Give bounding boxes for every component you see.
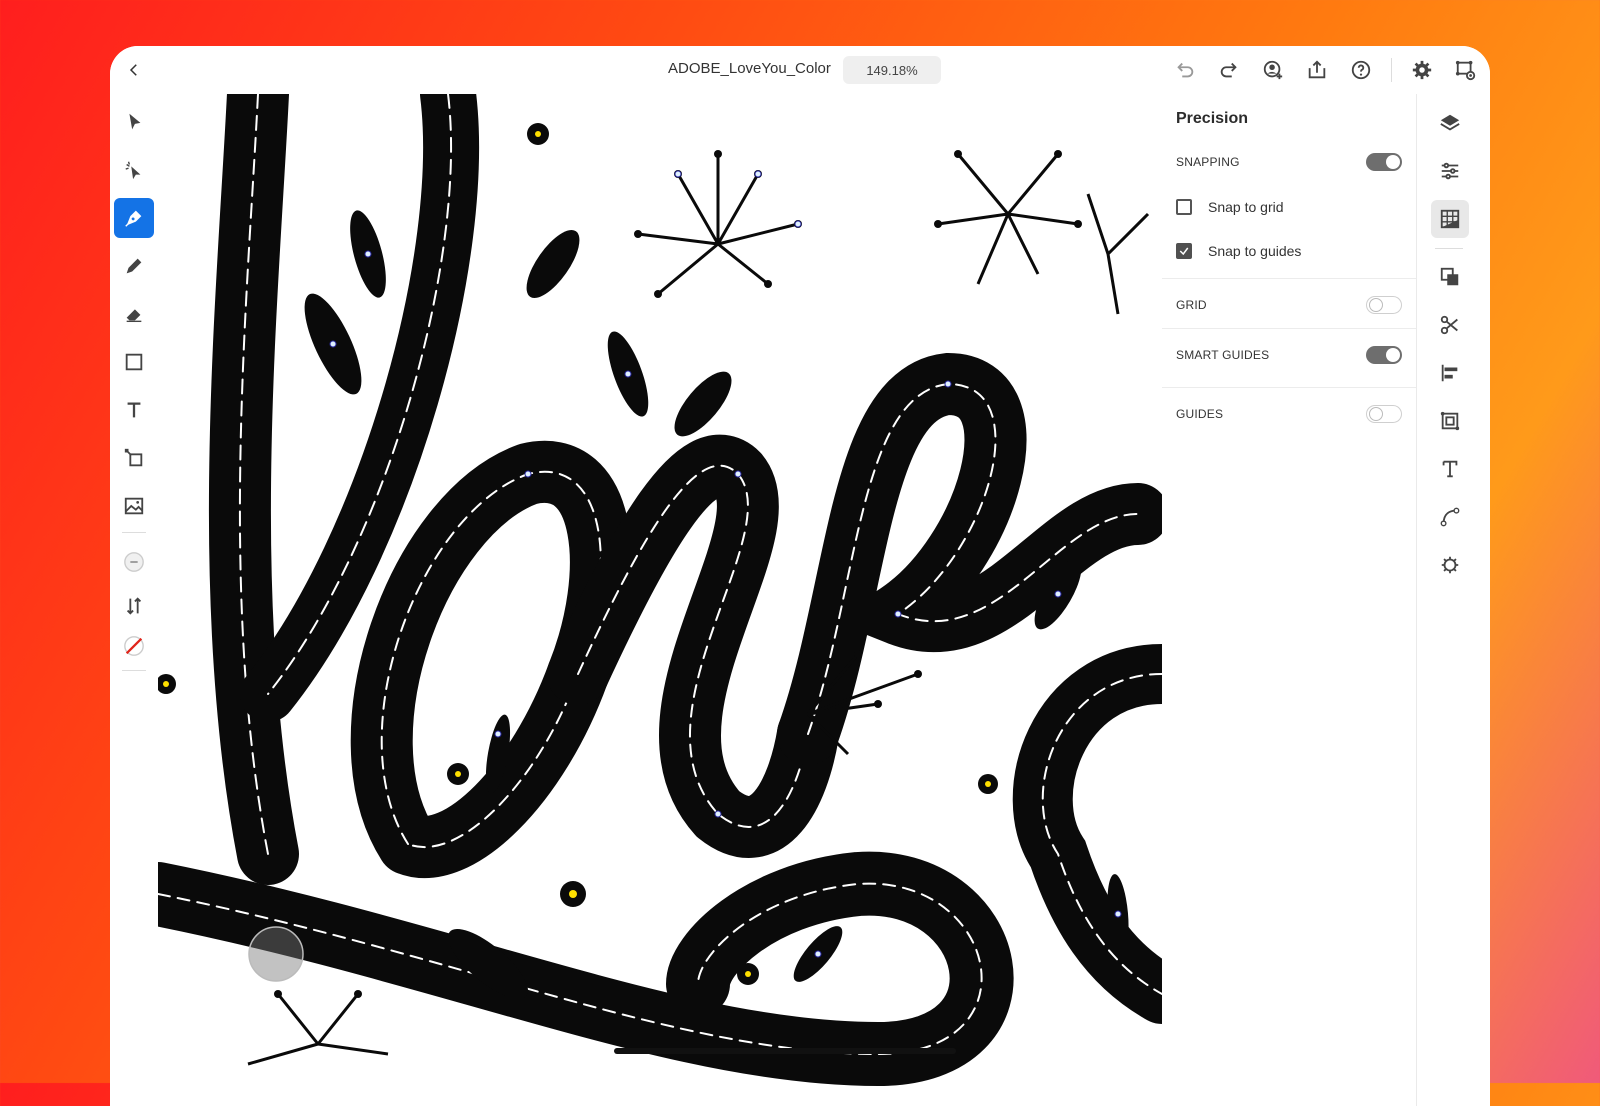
guides-label: GUIDES (1176, 407, 1224, 421)
align-icon[interactable] (1431, 354, 1469, 392)
chevron-left-icon[interactable] (122, 58, 146, 82)
selection-icon[interactable] (114, 102, 154, 142)
fill-none-icon[interactable] (114, 626, 154, 666)
rail-divider (1435, 248, 1463, 249)
left-toolbar (110, 94, 159, 1106)
undo-icon[interactable] (1171, 56, 1199, 84)
eraser-icon[interactable] (114, 294, 154, 334)
text-icon[interactable] (1431, 450, 1469, 488)
snap-to-guides-row: Snap to guides (1176, 236, 1402, 266)
snapping-label: SNAPPING (1176, 155, 1240, 169)
help-icon[interactable] (1347, 56, 1375, 84)
panel-divider (1162, 278, 1416, 279)
swap-icon[interactable] (114, 586, 154, 626)
snap-to-grid-row: Snap to grid (1176, 192, 1402, 222)
plugin-icon[interactable] (1431, 546, 1469, 584)
snap-to-grid-checkbox[interactable] (1176, 199, 1192, 215)
properties-icon[interactable] (1431, 152, 1469, 190)
app-window: ADOBE_LoveYou_Color 149.18% Precision SN… (110, 46, 1490, 1106)
guides-toggle[interactable] (1366, 405, 1402, 423)
grid-label: GRID (1176, 298, 1207, 312)
toolbar-divider (122, 532, 146, 533)
snap-to-guides-label: Snap to guides (1208, 243, 1302, 259)
top-bar: ADOBE_LoveYou_Color 149.18% (110, 46, 1490, 95)
type-icon[interactable] (114, 390, 154, 430)
document-title[interactable]: ADOBE_LoveYou_Color (668, 60, 831, 77)
precision-panel: Precision SNAPPING Snap to grid Snap to … (1162, 94, 1416, 1106)
pathfinder-icon[interactable] (1431, 258, 1469, 296)
precision-icon[interactable] (1431, 200, 1469, 238)
redo-icon[interactable] (1215, 56, 1243, 84)
smart-guides-label: SMART GUIDES (1176, 348, 1270, 362)
transform-icon[interactable] (114, 438, 154, 478)
panel-divider (1162, 328, 1416, 329)
snapping-row: SNAPPING (1176, 147, 1402, 177)
home-indicator (614, 1048, 956, 1054)
panel-divider (1162, 387, 1416, 388)
toolbar-divider (122, 670, 146, 671)
settings-icon[interactable] (1408, 56, 1436, 84)
smart-guides-toggle[interactable] (1366, 346, 1402, 364)
zoom-level[interactable]: 149.18% (843, 56, 941, 84)
snap-to-guides-checkbox[interactable] (1176, 243, 1192, 259)
invite-user-icon[interactable] (1259, 56, 1287, 84)
direct-selection-icon[interactable] (114, 150, 154, 190)
stroke-color-icon[interactable] (114, 542, 154, 582)
artboard-canvas[interactable] (158, 94, 1162, 1106)
share-icon[interactable] (1303, 56, 1331, 84)
pen-icon[interactable] (114, 198, 154, 238)
layers-icon[interactable] (1431, 104, 1469, 142)
pencil-icon[interactable] (114, 246, 154, 286)
path-icon[interactable] (1431, 498, 1469, 536)
smart-guides-row: SMART GUIDES (1176, 340, 1402, 370)
panel-title: Precision (1176, 110, 1249, 127)
repeat-grid-icon[interactable] (1431, 402, 1469, 440)
cloud-preview-icon[interactable] (1452, 56, 1480, 84)
right-rail (1416, 94, 1490, 1106)
grid-row: GRID (1176, 290, 1402, 320)
checkmark-icon (1179, 247, 1189, 256)
grid-toggle[interactable] (1366, 296, 1402, 314)
love-lettering-artwork[interactable] (158, 94, 1162, 1106)
guides-row: GUIDES (1176, 399, 1402, 429)
scissors-icon[interactable] (1431, 306, 1469, 344)
place-image-icon[interactable] (114, 486, 154, 526)
snap-to-grid-label: Snap to grid (1208, 199, 1284, 215)
toolbar-separator (1391, 58, 1392, 82)
snapping-toggle[interactable] (1366, 153, 1402, 171)
rectangle-icon[interactable] (114, 342, 154, 382)
